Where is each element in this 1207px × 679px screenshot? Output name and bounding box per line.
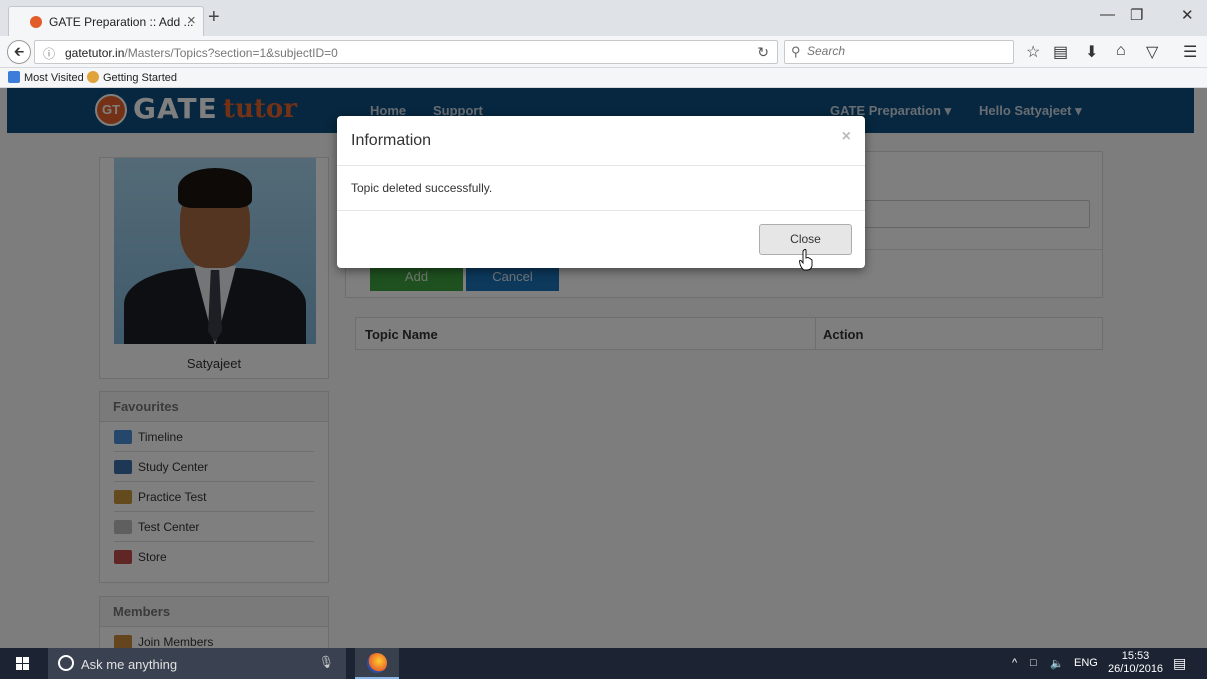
- back-arrow-icon[interactable]: 🡰: [7, 40, 31, 64]
- bookmark-label: Most Visited: [24, 72, 84, 84]
- address-bar[interactable]: ⓘ gatetutor.in/Masters/Topics?section=1&…: [34, 40, 778, 64]
- tab-title: GATE Preparation :: Add ...: [49, 15, 194, 29]
- bookmark-most-visited[interactable]: Most Visited: [8, 71, 84, 84]
- close-window-icon[interactable]: ✕: [1181, 6, 1194, 24]
- url-text: gatetutor.in/Masters/Topics?section=1&su…: [65, 46, 338, 60]
- restore-icon[interactable]: ❐: [1130, 6, 1143, 24]
- new-tab-button[interactable]: +: [208, 7, 220, 27]
- tray-chevron-icon[interactable]: ^: [1012, 657, 1017, 669]
- menu-icon[interactable]: ☰: [1183, 42, 1197, 62]
- windows-taskbar: Ask me anything 🎙 ^ □ 🔈 ENG 15:53 26/10/…: [0, 648, 1207, 679]
- network-icon[interactable]: □: [1030, 657, 1037, 669]
- bookmark-label: Getting Started: [103, 72, 177, 84]
- cortana-icon: [58, 655, 74, 671]
- information-modal: Information × Topic deleted successfully…: [337, 116, 865, 268]
- language-indicator[interactable]: ENG: [1074, 657, 1098, 669]
- search-icon: ⚲: [791, 44, 801, 59]
- tab-close-icon[interactable]: ×: [187, 12, 196, 29]
- getting-started-icon: [87, 71, 99, 83]
- site-favicon-icon: [30, 16, 42, 28]
- system-clock[interactable]: 15:53 26/10/2016: [1108, 650, 1163, 676]
- bookmark-getting-started[interactable]: Getting Started: [87, 71, 177, 84]
- bookmarks-bar: Most Visited Getting Started: [0, 68, 1207, 88]
- browser-tab[interactable]: GATE Preparation :: Add ... ×: [8, 6, 204, 36]
- browser-toolbar: 🡰 ⓘ gatetutor.in/Masters/Topics?section=…: [0, 36, 1207, 68]
- modal-close-icon[interactable]: ×: [842, 128, 851, 146]
- firefox-taskbar-button[interactable]: [355, 648, 399, 679]
- clock-date: 26/10/2016: [1108, 663, 1164, 675]
- volume-icon[interactable]: 🔈: [1050, 657, 1064, 670]
- modal-title: Information: [351, 132, 432, 149]
- reload-icon[interactable]: ↻: [757, 44, 769, 61]
- most-visited-icon: [8, 71, 20, 83]
- notifications-icon[interactable]: ▤: [1173, 655, 1186, 672]
- modal-footer-divider: [337, 210, 865, 211]
- minimize-icon[interactable]: —: [1100, 6, 1115, 23]
- browser-tab-strip: GATE Preparation :: Add ... × + — ❐ ✕: [0, 0, 1207, 36]
- pocket-icon[interactable]: ▽: [1146, 42, 1158, 62]
- reading-list-icon[interactable]: ▤: [1053, 42, 1068, 62]
- modal-message: Topic deleted successfully.: [351, 181, 493, 195]
- firefox-icon: [367, 653, 387, 673]
- cortana-search-box[interactable]: Ask me anything 🎙: [48, 648, 346, 679]
- download-icon[interactable]: ⬇: [1085, 42, 1098, 62]
- info-icon[interactable]: ⓘ: [43, 45, 55, 62]
- hand-cursor-icon: [799, 249, 813, 271]
- bookmark-star-icon[interactable]: ☆: [1026, 42, 1040, 62]
- clock-time: 15:53: [1121, 650, 1150, 662]
- modal-header-divider: [337, 165, 865, 166]
- windows-start-icon[interactable]: [16, 657, 30, 671]
- search-input[interactable]: [807, 44, 997, 58]
- home-icon[interactable]: ⌂: [1116, 42, 1126, 60]
- search-box[interactable]: ⚲: [784, 40, 1014, 64]
- cortana-search-text: Ask me anything: [81, 657, 178, 672]
- microphone-icon[interactable]: 🎙: [319, 655, 334, 669]
